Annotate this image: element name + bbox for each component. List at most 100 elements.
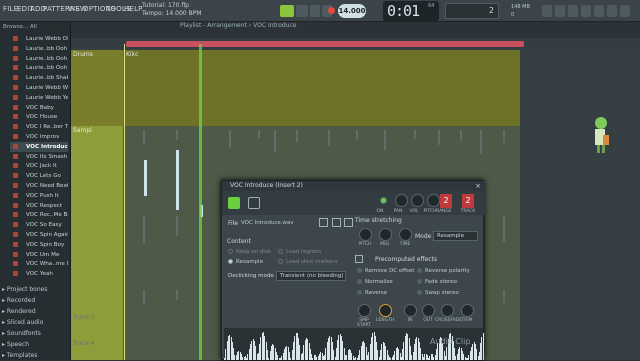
browser-item[interactable]: VOC Um Me — [10, 250, 68, 260]
browser-folder[interactable]: ▸ Speech — [2, 339, 29, 350]
fx-remove-dc[interactable]: Remove DC offset — [357, 268, 414, 274]
piano-roll-icon[interactable] — [555, 5, 565, 17]
radio-load-regions[interactable]: Load regions — [278, 249, 321, 255]
online-icon[interactable] — [620, 5, 630, 17]
audio-waveform-preview[interactable]: Audio Clip — [224, 328, 484, 360]
wave-blip — [143, 130, 145, 144]
browser-item[interactable]: VOC I Re..ber That — [10, 122, 68, 132]
mode-dropdown[interactable]: Resample — [433, 231, 478, 241]
header-knob[interactable] — [411, 194, 424, 207]
declick-dropdown[interactable]: Transient (no bleeding) — [276, 271, 346, 281]
browser-item[interactable]: VOC So Easy — [10, 220, 68, 230]
fx-normalize[interactable]: Normalize — [357, 279, 393, 285]
radio-resample[interactable]: Resample — [228, 259, 263, 265]
tempo-display[interactable]: 14.000 — [338, 4, 366, 18]
ts-knob[interactable] — [379, 228, 392, 241]
browser-item[interactable]: VOC Need Beat — [10, 181, 68, 191]
mixer-icon[interactable] — [581, 5, 591, 17]
header-knob[interactable] — [427, 194, 440, 207]
pattern-mode-button[interactable] — [280, 5, 294, 17]
browser-item[interactable]: VOC Its Smash Hit — [10, 152, 68, 162]
pattern-selector[interactable]: 2 — [445, 3, 499, 19]
range-value[interactable]: 2 — [440, 194, 452, 208]
browser-folder[interactable]: ▸ Project bones — [2, 284, 47, 295]
precomputed-label: Precomputed effects — [375, 256, 438, 263]
track-header-drums[interactable]: Drums — [71, 50, 123, 126]
loop-region[interactable] — [126, 41, 524, 47]
browser-folder-label: Speech — [6, 341, 30, 348]
browser-icon[interactable] — [607, 5, 617, 17]
ts-knob[interactable] — [399, 228, 412, 241]
browser-item[interactable]: VOC Improv — [10, 132, 68, 142]
fx-reverse[interactable]: Reverse — [357, 290, 387, 296]
waveform-tab-icon[interactable] — [228, 197, 240, 209]
channel-rack-icon[interactable] — [568, 5, 578, 17]
fx-reverse-polarity[interactable]: Reverse polarity — [417, 268, 470, 274]
song-mode-button[interactable] — [296, 5, 308, 17]
browser-item[interactable]: Laurie Webb Oh — [10, 34, 68, 44]
radio-load-slice[interactable]: Load slice markers — [278, 259, 338, 265]
menu-help[interactable]: HELP — [124, 5, 143, 13]
fx-swap-stereo[interactable]: Swap stereo — [417, 290, 459, 296]
wave-peak — [176, 150, 179, 210]
fx-fade-stereo[interactable]: Fade stereo — [417, 279, 457, 285]
close-icon[interactable]: × — [475, 182, 481, 190]
bottom-knob[interactable] — [422, 304, 435, 317]
radio-keep-on-disk[interactable]: Keep on disk — [228, 249, 271, 255]
browser-item[interactable]: VOC Lets Go — [10, 171, 68, 181]
browser-item[interactable]: Laurie..bb Ooh A — [10, 44, 68, 54]
browser-folder-label: Sliced audio — [6, 319, 44, 326]
plugin-picker-icon[interactable] — [594, 5, 604, 17]
menu-file[interactable]: FILE — [3, 5, 18, 13]
radio-resample-label: Resample — [236, 259, 263, 265]
audio-file-icon — [13, 104, 18, 110]
audio-file-icon — [13, 85, 18, 90]
track-label-drums: Drums — [73, 51, 93, 58]
reload-icon[interactable] — [344, 218, 353, 227]
browser-folder[interactable]: ▸ Recorded — [2, 295, 35, 306]
wave-blip — [328, 130, 330, 146]
browser-item[interactable]: VOC Jack It — [10, 161, 68, 171]
bottom-knob[interactable] — [461, 304, 474, 317]
browser-item[interactable]: VOC Spin Again — [10, 230, 68, 240]
edit-icon[interactable] — [332, 218, 341, 227]
bottom-knob[interactable] — [404, 304, 417, 317]
ts-knob[interactable] — [359, 228, 372, 241]
browser-item[interactable]: Laurie Webb Yeah — [10, 93, 68, 103]
browser-folder[interactable]: ▸ Sliced audio — [2, 317, 43, 328]
header-knob[interactable] — [395, 194, 408, 207]
browser-item[interactable]: VOC Spin Boy — [10, 240, 68, 250]
track-value[interactable]: 2 — [462, 194, 474, 208]
browser-item[interactable]: VOC Respect — [10, 201, 68, 211]
bottom-knob[interactable] — [358, 304, 371, 317]
effects-menu-icon[interactable] — [355, 255, 363, 263]
browser-item-label: VOC Push It — [26, 192, 59, 199]
playlist-icon[interactable] — [542, 5, 552, 17]
browser-folder[interactable]: ▸ Rendered — [2, 306, 36, 317]
wrench-icon[interactable] — [248, 197, 260, 209]
browser-item[interactable]: VOC Push It — [10, 191, 68, 201]
bottom-knob[interactable] — [379, 304, 392, 317]
browser-item-label: Laurie Webb Yeah — [26, 94, 68, 101]
browser-folder[interactable]: ▸ Templates — [2, 350, 37, 361]
drum-clip[interactable]: Kikc — [123, 50, 520, 126]
browser-item[interactable]: VOC Introduce — [10, 141, 68, 152]
browser-folder[interactable]: ▸ Soundfonts — [2, 328, 41, 339]
track-header-sampl[interactable]: Sampl Track 3 Track 4 — [71, 126, 123, 360]
playhead[interactable] — [199, 44, 202, 360]
browser-item[interactable]: VOC Roc..Me Baby — [10, 210, 68, 220]
record-icon[interactable] — [328, 7, 335, 14]
play-icon[interactable] — [310, 5, 320, 17]
browser-item[interactable]: VOC House — [10, 112, 68, 122]
browser-item[interactable]: Laurie Webb Wait — [10, 83, 68, 93]
browser-item[interactable]: Laurie..bb Ooh B — [10, 54, 68, 64]
browser-item[interactable]: VOC Yeah — [10, 269, 68, 279]
browser-item[interactable]: Laurie..bb Shake — [10, 73, 68, 83]
browser-item-label: VOC Wha..me Is It — [26, 261, 68, 268]
browser-item[interactable]: Laurie..bb Ooh C — [10, 63, 68, 73]
browser-item[interactable]: VOC Wha..me Is It — [10, 259, 68, 269]
browser-item[interactable]: VOC Baby — [10, 103, 68, 113]
header-knob[interactable] — [380, 197, 387, 204]
bottom-knob[interactable] — [441, 304, 454, 317]
folder-icon[interactable] — [319, 218, 328, 227]
